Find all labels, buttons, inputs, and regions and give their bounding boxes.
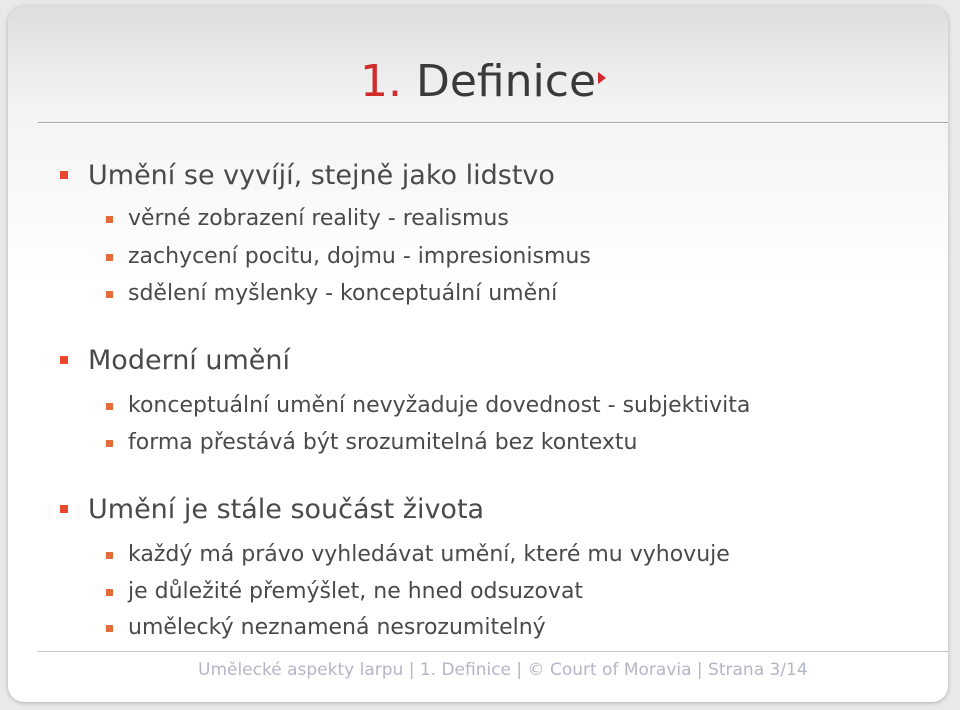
title-number: 1. xyxy=(359,56,402,107)
list-item: umělecký neznamená nesrozumitelný xyxy=(128,615,546,640)
list-item: je důležité přemýšlet, ne hned odsuzovat xyxy=(128,579,584,604)
slide-title: 1. Definice xyxy=(8,52,948,114)
section-heading: Moderní umění xyxy=(88,345,291,376)
square-bullet-icon xyxy=(60,356,68,364)
title-divider xyxy=(38,122,948,124)
square-bullet-icon xyxy=(60,505,68,513)
list-item: forma přestává být srozumitelná bez kont… xyxy=(128,430,638,455)
square-bullet-icon xyxy=(106,589,113,596)
title-text: Definice xyxy=(415,56,597,107)
section-heading: Umění se vyvíjí, stejně jako lidstvo xyxy=(88,160,555,191)
square-bullet-icon xyxy=(106,216,113,223)
triangle-right-icon xyxy=(598,72,606,84)
square-bullet-icon xyxy=(106,625,113,632)
section-heading: Umění je stále součást života xyxy=(88,494,485,525)
square-bullet-icon xyxy=(106,291,113,298)
square-bullet-icon xyxy=(106,254,113,261)
list-item: konceptuální umění nevyžaduje dovednost … xyxy=(128,393,751,418)
list-item: každý má právo vyhledávat umění, které m… xyxy=(128,542,730,567)
list-item: zachycení pocitu, dojmu - impresionismus xyxy=(128,244,591,269)
slide: 1. Definice Umění se vyvíjí, stejně jako… xyxy=(8,6,948,702)
footer-divider xyxy=(38,651,948,652)
square-bullet-icon xyxy=(106,552,113,559)
square-bullet-icon xyxy=(60,171,68,179)
square-bullet-icon xyxy=(106,440,113,447)
square-bullet-icon xyxy=(106,403,113,410)
list-item: věrné zobrazení reality - realismus xyxy=(128,206,509,231)
list-item: sdělení myšlenky - konceptuální umění xyxy=(128,281,558,306)
slide-footer: Umělecké aspekty larpu | 1. Definice | ©… xyxy=(198,660,808,680)
